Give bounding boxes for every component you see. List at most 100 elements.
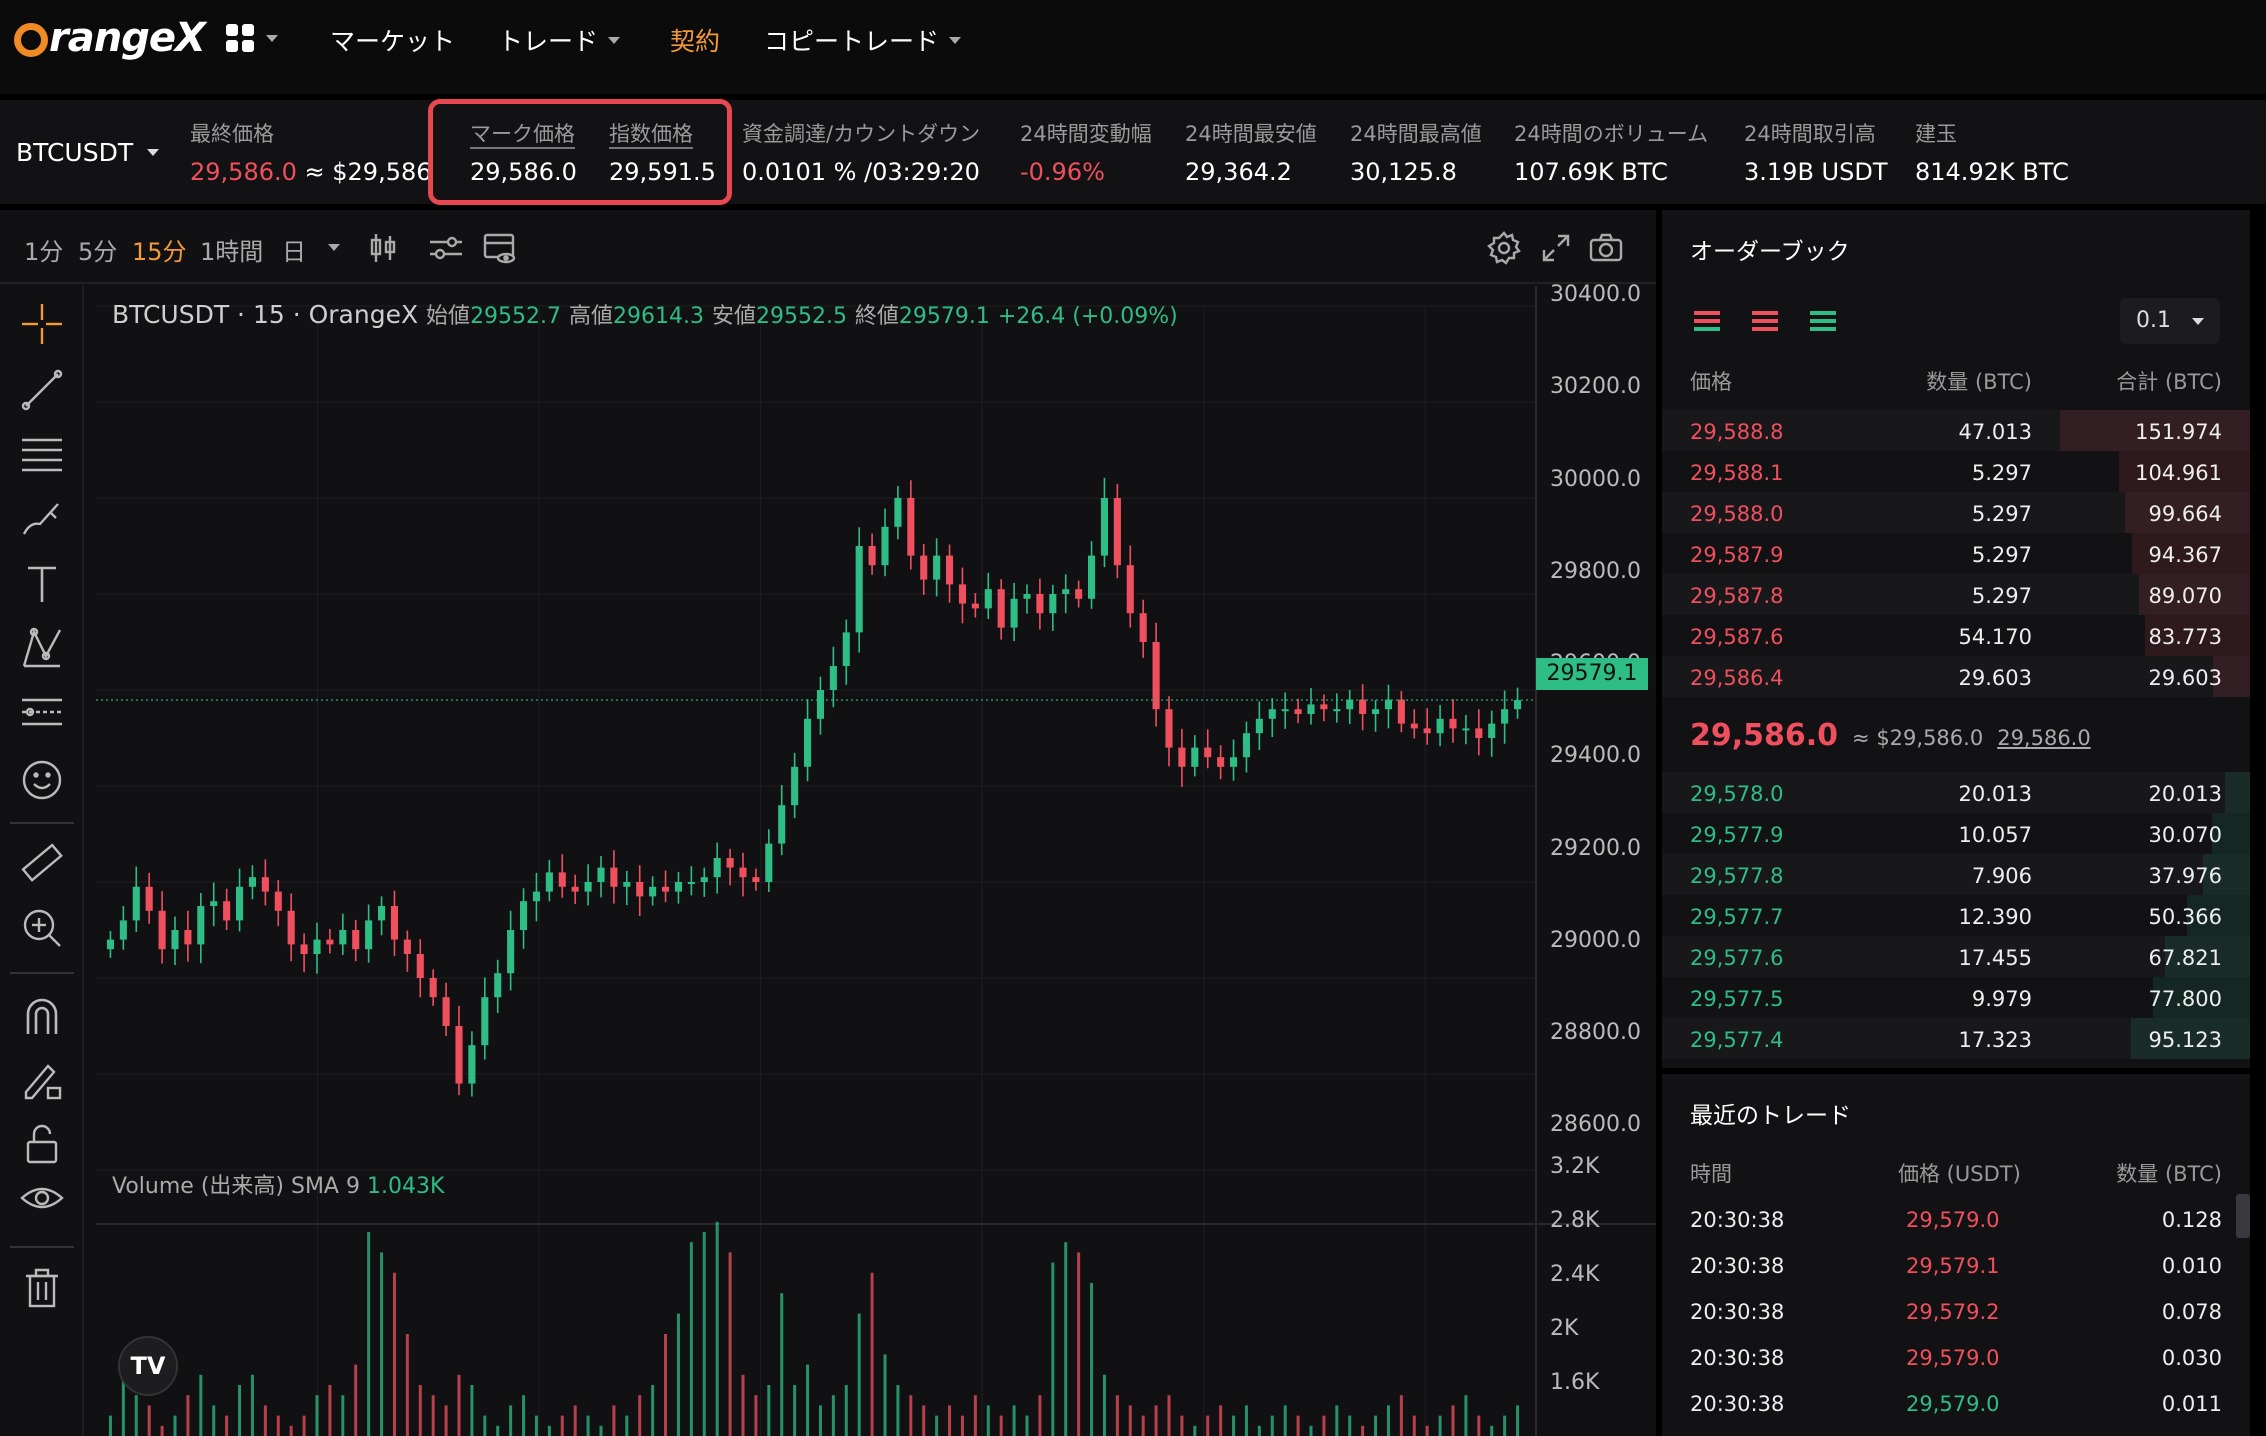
candle-body [610, 867, 618, 887]
ruler-icon[interactable] [20, 842, 64, 886]
mid-mark-price[interactable]: 29,586.0 [1997, 726, 2091, 750]
candle-body [1087, 555, 1096, 599]
bid-row[interactable]: 29,577.5 9.979 77.800 [1662, 977, 2250, 1018]
candle-body [984, 589, 992, 609]
bid-qty: 20.013 [1958, 782, 2032, 806]
candle-body [726, 858, 734, 868]
bid-row[interactable]: 29,577.8 7.906 37.976 [1662, 854, 2250, 895]
ask-row[interactable]: 29,586.4 29.603 29.603 [1662, 656, 2250, 697]
settings-gear-icon[interactable] [1486, 230, 1522, 266]
chevron-down-icon [949, 36, 962, 44]
emoji-icon[interactable] [20, 758, 64, 802]
legend-open-label: 始値 [426, 304, 471, 329]
timeframe-5m[interactable]: 5分 [78, 232, 117, 267]
eye-icon[interactable] [20, 1178, 64, 1222]
bid-row[interactable]: 29,577.4 17.323 95.123 [1662, 1018, 2250, 1059]
orangex-logo[interactable]: rangeX [14, 14, 206, 62]
volume-bar [883, 1354, 887, 1436]
bid-row[interactable]: 29,577.7 12.390 50.366 [1662, 895, 2250, 936]
symbol-selector[interactable]: BTCUSDT [16, 138, 160, 167]
trend-line-icon[interactable] [20, 368, 64, 412]
bid-price: 29,577.8 [1690, 864, 1784, 888]
price-tick: 29400.0 [1550, 743, 1641, 768]
ask-price: 29,587.6 [1690, 625, 1784, 649]
zoom-in-icon[interactable] [20, 906, 64, 950]
volume-bar [844, 1385, 848, 1436]
ask-price: 29,587.9 [1690, 543, 1784, 567]
timeframe-1m[interactable]: 1分 [24, 232, 63, 267]
trade-qty: 0.010 [2161, 1254, 2222, 1278]
candle-body [1139, 613, 1147, 642]
volume-bar [935, 1415, 939, 1436]
bid-row[interactable]: 29,578.0 20.013 20.013 [1662, 772, 2250, 813]
chevron-down-icon[interactable] [328, 244, 340, 251]
ask-row[interactable]: 29,588.0 5.297 99.664 [1662, 492, 2250, 533]
pattern-tool-icon[interactable] [20, 626, 64, 670]
trash-icon[interactable] [20, 1266, 64, 1310]
mid-price-usd: ≈ $29,586.0 [1852, 726, 1984, 750]
ask-row[interactable]: 29,588.8 47.013 151.974 [1662, 410, 2250, 451]
candle-body [739, 867, 747, 878]
precision-select[interactable]: 0.1 [2120, 298, 2220, 344]
bid-row[interactable]: 29,577.6 17.455 67.821 [1662, 936, 2250, 977]
view-asks-icon[interactable] [1748, 308, 1782, 336]
timeframe-15m[interactable]: 15分 [132, 232, 187, 267]
volume-bar [1051, 1262, 1055, 1436]
ask-row[interactable]: 29,588.1 5.297 104.961 [1662, 451, 2250, 492]
trade-price: 29,579.2 [1906, 1300, 2000, 1324]
candlestick-chart[interactable] [96, 286, 1656, 1436]
ask-row[interactable]: 29,587.8 5.297 89.070 [1662, 574, 2250, 615]
bid-qty: 10.057 [1958, 823, 2032, 847]
ask-total: 83.773 [2148, 625, 2222, 649]
bid-row[interactable]: 29,577.9 10.057 30.070 [1662, 813, 2250, 854]
candle-body [1100, 498, 1109, 556]
ask-row[interactable]: 29,587.6 54.170 83.773 [1662, 615, 2250, 656]
fullscreen-icon[interactable] [1538, 230, 1574, 266]
tradingview-logo[interactable]: TV [118, 1336, 178, 1396]
candle-body [829, 666, 837, 690]
view-bids-icon[interactable] [1806, 308, 1840, 336]
lock-icon[interactable] [20, 1122, 64, 1166]
timeframe-1h[interactable]: 1時間 [200, 232, 263, 267]
ask-row[interactable]: 29,587.9 5.297 94.367 [1662, 533, 2250, 574]
last-price-usd: ≈ $29,586.0 [304, 158, 430, 186]
ask-price: 29,588.8 [1690, 420, 1784, 444]
nav-market[interactable]: マーケット [330, 22, 455, 58]
draw-lock-icon[interactable] [20, 1058, 64, 1102]
ask-qty: 5.297 [1971, 584, 2032, 608]
volume-bar [780, 1293, 784, 1436]
legend-close-label: 終値 [854, 304, 899, 329]
bid-total: 77.800 [2148, 987, 2222, 1011]
volume-bar [1077, 1252, 1081, 1436]
candle-body [223, 901, 231, 921]
template-icon[interactable] [482, 230, 518, 266]
volume-bar [1516, 1405, 1520, 1436]
candle-body [1333, 709, 1341, 712]
magnet-icon[interactable] [20, 994, 64, 1038]
candle-type-icon[interactable] [366, 230, 402, 266]
apps-menu-button[interactable] [226, 24, 278, 52]
text-tool-icon[interactable] [20, 562, 64, 606]
nav-trade[interactable]: トレード [498, 22, 621, 58]
bid-total: 95.123 [2148, 1028, 2222, 1052]
crosshair-icon[interactable] [20, 302, 64, 346]
candle-body [1281, 709, 1289, 712]
nav-copy-trade-label: コピートレード [764, 27, 940, 56]
fib-tool-icon[interactable] [20, 692, 64, 736]
volume-bar [483, 1415, 487, 1436]
camera-icon[interactable] [1588, 230, 1624, 266]
timeframe-1d[interactable]: 日 [282, 232, 306, 267]
nav-contract[interactable]: 契約 [670, 22, 720, 58]
stat-value: 814.92K BTC [1915, 158, 2069, 186]
volume-bar [586, 1415, 590, 1436]
candle-body [558, 872, 566, 887]
horizontal-lines-icon[interactable] [20, 432, 64, 476]
candle-body [1320, 704, 1328, 710]
trades-scrollbar[interactable] [2236, 1194, 2250, 1238]
mid-price: 29,586.0 [1690, 718, 1839, 753]
nav-copy-trade[interactable]: コピートレード [764, 22, 962, 58]
brush-icon[interactable] [20, 496, 64, 540]
view-both-icon[interactable] [1690, 308, 1724, 336]
indicators-icon[interactable] [428, 230, 464, 266]
candle-body [184, 930, 192, 945]
